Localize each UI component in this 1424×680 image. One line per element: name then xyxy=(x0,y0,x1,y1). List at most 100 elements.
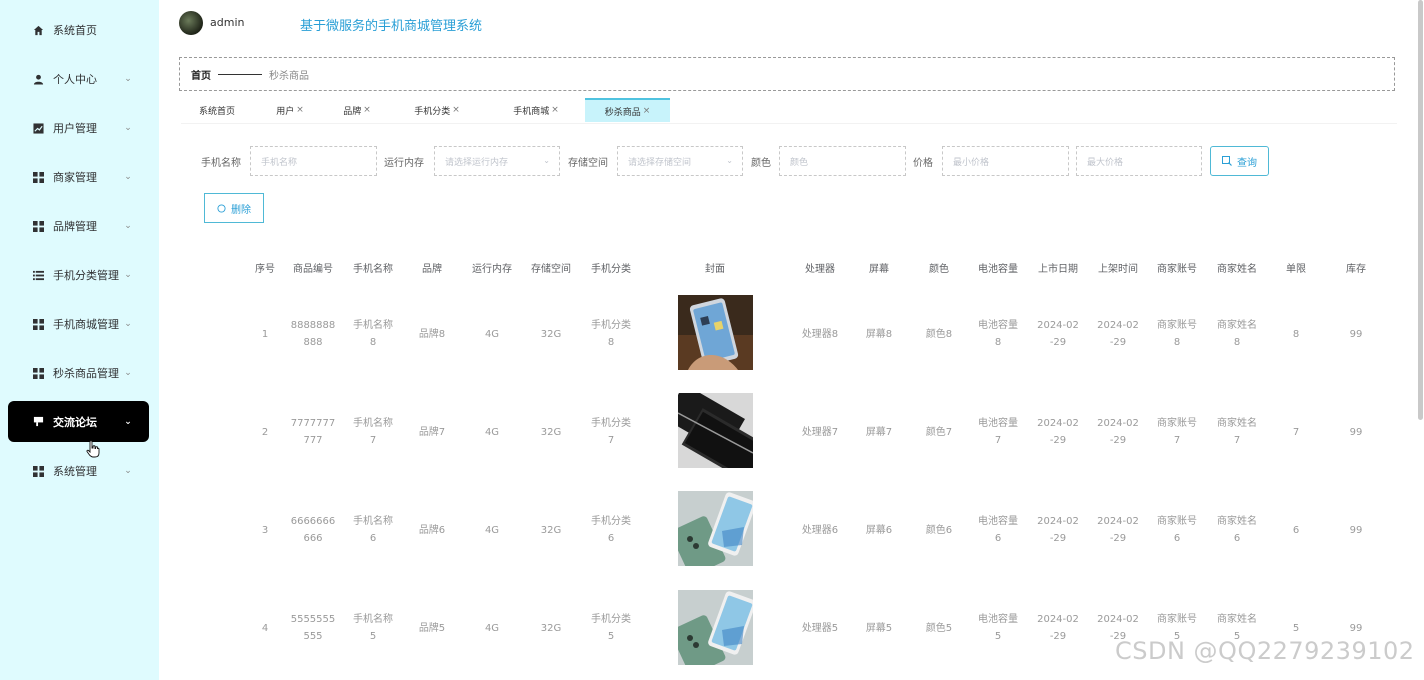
vertical-scrollbar[interactable] xyxy=(1418,0,1423,420)
sidebar-item-phone-mall-management[interactable]: 手机商城管理 ⌄ xyxy=(8,304,149,344)
cover-image[interactable] xyxy=(678,295,753,370)
cell-processor: 处理器7 xyxy=(801,427,839,438)
cell-limit: 7 xyxy=(1292,427,1300,438)
cell-release-date: 2024-02 -29 xyxy=(1037,516,1079,544)
tab-label: 用户 xyxy=(276,106,295,117)
max-price-input[interactable]: 最大价格 xyxy=(1076,146,1202,176)
cell-storage: 32G xyxy=(540,525,562,536)
column-header: 上架时间 xyxy=(1098,264,1138,275)
cell-brand: 品牌6 xyxy=(418,525,446,536)
ram-select-placeholder: 请选择运行内存 xyxy=(445,157,509,168)
close-icon[interactable]: × xyxy=(363,105,371,115)
column-header: 电池容量 xyxy=(978,264,1018,275)
watermark: CSDN @QQ2279239102 xyxy=(1115,637,1415,665)
cell-brand: 品牌5 xyxy=(418,623,446,634)
system-title: 基于微服务的手机商城管理系统 xyxy=(300,19,483,34)
delete-button[interactable]: 删除 xyxy=(204,193,264,223)
sidebar-item-brand-management[interactable]: 品牌管理 ⌄ xyxy=(8,206,149,246)
cover-image[interactable] xyxy=(678,393,753,468)
column-header: 单限 xyxy=(1286,264,1306,275)
cell-color: 颜色8 xyxy=(925,329,953,340)
tab-brand[interactable]: 品牌 × xyxy=(327,98,387,122)
name-input[interactable]: 手机名称 xyxy=(250,146,377,176)
tab-phone-category[interactable]: 手机分类 × xyxy=(387,98,487,122)
grid-icon xyxy=(32,367,44,379)
sidebar-item-merchant-management[interactable]: 商家管理 ⌄ xyxy=(8,157,149,197)
cell-screen: 屏幕8 xyxy=(865,329,893,340)
cell-color: 颜色6 xyxy=(925,525,953,536)
cell-color: 颜色5 xyxy=(925,623,953,634)
cell-ram: 4G xyxy=(484,623,500,634)
chevron-down-icon: ⌄ xyxy=(124,123,132,133)
column-header: 品牌 xyxy=(422,264,442,275)
close-icon[interactable]: × xyxy=(551,105,559,115)
cell-name: 手机名称 8 xyxy=(353,320,393,348)
cover-image[interactable] xyxy=(678,491,753,566)
cell-merchant-name: 商家姓名 7 xyxy=(1217,418,1257,446)
cell-storage: 32G xyxy=(540,427,562,438)
sidebar-item-phone-category-management[interactable]: 手机分类管理 ⌄ xyxy=(8,255,149,295)
cell-category: 手机分类 7 xyxy=(591,418,631,446)
query-button-label: 查询 xyxy=(1237,157,1257,169)
color-input[interactable]: 颜色 xyxy=(779,146,906,176)
close-icon[interactable]: × xyxy=(296,105,304,115)
cell-merchant-name: 商家姓名 6 xyxy=(1217,516,1257,544)
column-header: 商家账号 xyxy=(1157,264,1197,275)
cell-merchant-name: 商家姓名 8 xyxy=(1217,320,1257,348)
cell-listing-time: 2024-02 -29 xyxy=(1097,320,1139,348)
ram-select[interactable]: 请选择运行内存 ⌄ xyxy=(434,146,560,176)
hand-cursor-icon xyxy=(86,440,100,458)
cell-stock: 99 xyxy=(1349,329,1363,340)
query-button[interactable]: 查询 xyxy=(1210,146,1269,176)
cell-category: 手机分类 8 xyxy=(591,320,631,348)
tab-flash-sale[interactable]: 秒杀商品 × xyxy=(585,98,670,122)
cell-limit: 6 xyxy=(1292,525,1300,536)
sidebar-item-label: 手机分类管理 xyxy=(53,269,119,282)
cell-processor: 处理器5 xyxy=(801,623,839,634)
cover-image[interactable] xyxy=(678,590,753,665)
breadcrumb-separator xyxy=(218,73,262,75)
sidebar-item-home[interactable]: 系统首页 xyxy=(8,10,149,50)
column-header: 处理器 xyxy=(805,264,835,275)
list-icon xyxy=(32,269,44,281)
cell-name: 手机名称 6 xyxy=(353,516,393,544)
breadcrumb-home[interactable]: 首页 xyxy=(191,67,211,82)
tab-label: 秒杀商品 xyxy=(604,107,641,118)
cell-release-date: 2024-02 -29 xyxy=(1037,418,1079,446)
cell-release-date: 2024-02 -29 xyxy=(1037,614,1079,642)
close-icon[interactable]: × xyxy=(452,105,460,115)
cell-code: 6666666 666 xyxy=(290,516,336,544)
cell-category: 手机分类 5 xyxy=(591,614,631,642)
cell-name: 手机名称 5 xyxy=(353,614,393,642)
tab-phone-mall[interactable]: 手机商城 × xyxy=(487,98,585,122)
avatar[interactable] xyxy=(179,11,203,35)
breadcrumb: 首页 秒杀商品 xyxy=(179,57,1395,91)
cell-code: 8888888 888 xyxy=(290,320,336,348)
sidebar-item-flash-sale-management[interactable]: 秒杀商品管理 ⌄ xyxy=(8,353,149,393)
tab-system-home[interactable]: 系统首页 xyxy=(181,98,253,122)
close-icon[interactable]: × xyxy=(643,106,651,116)
min-price-input[interactable]: 最小价格 xyxy=(942,146,1069,176)
sidebar-item-system-management[interactable]: 系统管理 ⌄ xyxy=(8,451,149,491)
cell-merchant-account: 商家账号 7 xyxy=(1157,418,1197,446)
cell-name: 手机名称 7 xyxy=(353,418,393,446)
storage-select[interactable]: 请选择存储空间 ⌄ xyxy=(617,146,743,176)
breadcrumb-current: 秒杀商品 xyxy=(269,70,309,82)
color-label: 颜色 xyxy=(751,158,771,169)
cell-brand: 品牌8 xyxy=(418,329,446,340)
sidebar-item-label: 品牌管理 xyxy=(53,220,97,233)
chevron-down-icon: ⌄ xyxy=(124,416,132,427)
tab-user[interactable]: 用户 × xyxy=(253,98,327,122)
sidebar-item-user-management[interactable]: 用户管理 ⌄ xyxy=(8,108,149,148)
cell-merchant-account: 商家账号 8 xyxy=(1157,320,1197,348)
cell-screen: 屏幕7 xyxy=(865,427,893,438)
chevron-down-icon: ⌄ xyxy=(124,172,132,182)
username[interactable]: admin xyxy=(210,16,244,29)
tab-label: 手机商城 xyxy=(513,106,550,117)
column-header: 库存 xyxy=(1346,264,1366,275)
grid-icon xyxy=(32,465,44,477)
search-icon xyxy=(1222,156,1232,166)
cell-screen: 屏幕5 xyxy=(865,623,893,634)
sidebar-item-forum[interactable]: 交流论坛 ⌄ xyxy=(8,401,149,442)
sidebar-item-personal-center[interactable]: 个人中心 ⌄ xyxy=(8,59,149,99)
